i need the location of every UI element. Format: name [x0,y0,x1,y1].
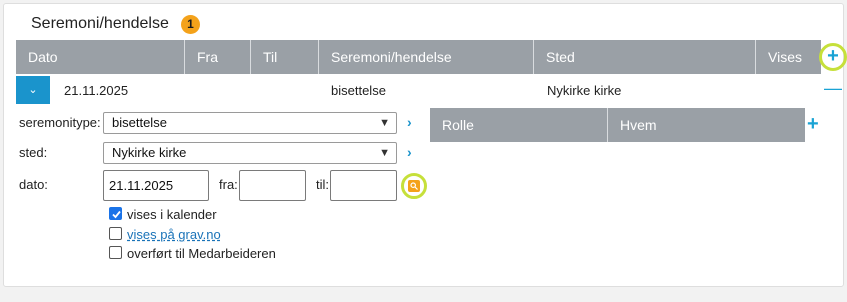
add-role-button[interactable]: + [807,114,819,134]
til-label: til: [316,177,329,192]
col-vises[interactable]: Vises [756,40,821,74]
seremonitype-label: seremonitype: [19,115,101,130]
col-hvem[interactable]: Hvem [608,108,805,142]
plus-icon: + [807,113,819,135]
chevron-down-icon: ⌄ [28,84,38,96]
fra-label: fra: [219,177,238,192]
col-til[interactable]: Til [251,40,319,74]
seremonitype-select[interactable]: bisettelse ▼ [103,112,397,134]
row-dato: 21.11.2025 [64,83,129,98]
dato-input[interactable]: 21.11.2025 [103,170,209,201]
search-button[interactable] [401,173,427,199]
sted-select[interactable]: Nykirke kirke ▼ [103,142,397,164]
seremonitype-next-button[interactable]: › [407,114,412,130]
roles-table-header: Rolle Hvem [430,108,805,142]
til-input[interactable] [330,170,397,201]
col-dato[interactable]: Dato [16,40,185,74]
sted-label: sted: [19,145,48,160]
search-icon [408,180,420,192]
minus-icon: — [824,78,842,98]
row-seremoni: bisettelse [331,83,386,98]
fra-input[interactable] [239,170,306,201]
row-collapse-button[interactable]: — [824,78,842,98]
chevron-down-icon: ▼ [379,147,390,159]
kalender-checkbox[interactable] [109,207,122,220]
medarbeider-checkbox[interactable] [109,246,122,259]
col-fra[interactable]: Fra [185,40,251,74]
grav-link[interactable]: vises på grav.no [127,227,221,242]
medarbeider-label: overført til Medarbeideren [127,246,276,261]
grav-checkbox[interactable] [109,227,122,240]
dato-label: dato: [19,177,48,192]
plus-icon: + [827,45,839,67]
kalender-label: vises i kalender [127,207,217,222]
chevron-down-icon: ▼ [379,117,390,129]
row-sted: Nykirke kirke [547,83,622,98]
add-ceremony-button[interactable]: + [819,43,847,71]
col-seremoni[interactable]: Seremoni/hendelse [319,40,534,74]
sted-next-button[interactable]: › [407,144,412,160]
count-badge: 1 [181,15,200,34]
col-rolle[interactable]: Rolle [430,108,608,142]
row-expand-button[interactable]: ⌄ [16,76,50,104]
col-sted[interactable]: Sted [534,40,756,74]
ceremony-table-header: Dato Fra Til Seremoni/hendelse Sted Vise… [16,40,821,74]
section-title: Seremoni/hendelse [31,15,169,32]
